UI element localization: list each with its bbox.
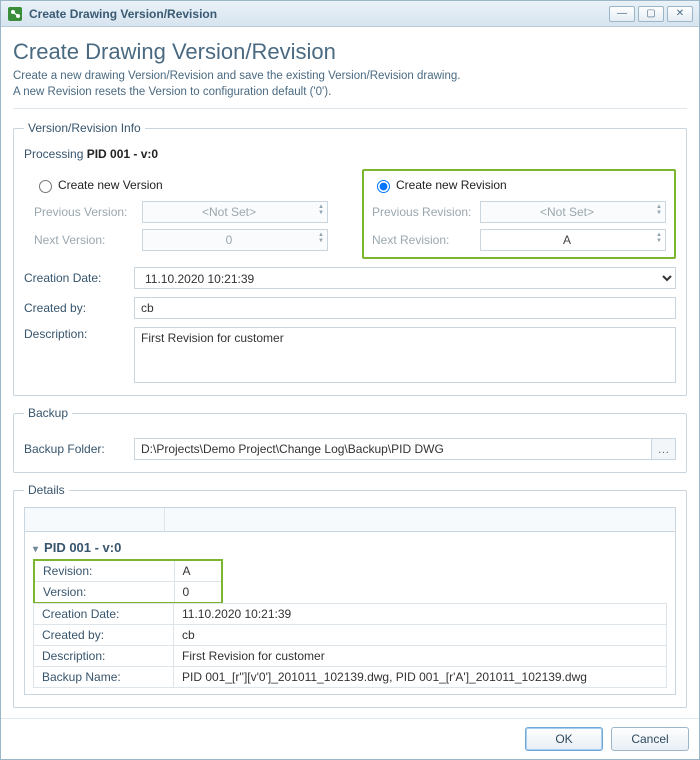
cell-version-k: Version: [34, 582, 174, 604]
label-next-revision: Next Revision: [372, 233, 472, 247]
minimize-button[interactable]: — [609, 6, 635, 22]
cell-revision-v: A [174, 560, 222, 582]
field-backup-folder[interactable] [134, 438, 652, 460]
spinner-arrows-icon: ▲▼ [656, 204, 662, 220]
field-previous-version: <Not Set> ▲▼ [142, 201, 328, 223]
titlebar[interactable]: Create Drawing Version/Revision — ▢ ✕ [1, 1, 699, 27]
group-version-revision-info: Version/Revision Info Processing PID 001… [13, 121, 687, 396]
browse-button[interactable]: … [652, 438, 676, 460]
row-created-by: Created by: cb [34, 625, 667, 646]
column-version: Create new Version Previous Version: <No… [24, 169, 338, 259]
radio-create-revision[interactable] [377, 180, 390, 193]
legend-backup: Backup [24, 406, 72, 420]
radio-create-revision-label: Create new Revision [396, 178, 507, 192]
processing-label: Processing PID 001 - v:0 [24, 147, 676, 161]
dialog-window: Create Drawing Version/Revision — ▢ ✕ Cr… [0, 0, 700, 760]
details-table: Creation Date: 11.10.2020 10:21:39 Creat… [33, 603, 667, 688]
details-highlight-table: Revision: A Version: 0 [33, 559, 223, 604]
label-created-by: Created by: [24, 301, 124, 315]
app-icon [7, 6, 23, 22]
legend-info: Version/Revision Info [24, 121, 145, 135]
ok-button[interactable]: OK [525, 727, 603, 751]
scroll-area[interactable]: Version/Revision Info Processing PID 001… [13, 108, 687, 712]
details-tab-strip [24, 507, 676, 531]
details-heading[interactable]: PID 001 - v:0 [33, 540, 667, 555]
row-revision: Revision: A [34, 560, 222, 582]
row-version: Version: 0 [34, 582, 222, 604]
legend-details: Details [24, 483, 69, 497]
radio-create-version[interactable] [39, 180, 52, 193]
label-previous-version: Previous Version: [34, 205, 134, 219]
row-description: Description: First Revision for customer [34, 646, 667, 667]
dialog-content: Create Drawing Version/Revision Create a… [1, 27, 699, 718]
column-revision: Create new Revision Previous Revision: <… [362, 169, 676, 259]
cell-version-v: 0 [174, 582, 222, 604]
page-title: Create Drawing Version/Revision [13, 39, 687, 65]
label-description: Description: [24, 327, 124, 341]
details-box: PID 001 - v:0 Revision: A Version: 0 [24, 531, 676, 695]
row-creation-date: Creation Date: 11.10.2020 10:21:39 [34, 604, 667, 625]
label-previous-revision: Previous Revision: [372, 205, 472, 219]
label-creation-date: Creation Date: [24, 271, 124, 285]
close-button[interactable]: ✕ [667, 6, 693, 22]
cancel-button[interactable]: Cancel [611, 727, 689, 751]
window-title: Create Drawing Version/Revision [29, 7, 606, 21]
field-next-revision[interactable]: A ▲▼ [480, 229, 666, 251]
field-description[interactable]: First Revision for customer [134, 327, 676, 383]
page-desc-line2: A new Revision resets the Version to con… [13, 86, 331, 98]
radio-create-version-label: Create new Version [58, 178, 163, 192]
page-desc-line1: Create a new drawing Version/Revision an… [13, 70, 460, 82]
spinner-arrows-icon[interactable]: ▲▼ [656, 232, 662, 248]
dialog-footer: OK Cancel [1, 718, 699, 759]
maximize-button[interactable]: ▢ [638, 6, 664, 22]
field-next-version: 0 ▲▼ [142, 229, 328, 251]
label-next-version: Next Version: [34, 233, 134, 247]
group-backup: Backup Backup Folder: … [13, 406, 687, 473]
row-backup-name: Backup Name: PID 001_[r''][v'0']_201011_… [34, 667, 667, 688]
page-description: Create a new drawing Version/Revision an… [13, 69, 687, 100]
field-created-by[interactable] [134, 297, 676, 319]
cell-revision-k: Revision: [34, 560, 174, 582]
spinner-arrows-icon: ▲▼ [318, 204, 324, 220]
processing-value: PID 001 - v:0 [87, 147, 158, 161]
label-backup-folder: Backup Folder: [24, 442, 124, 456]
field-previous-revision: <Not Set> ▲▼ [480, 201, 666, 223]
spinner-arrows-icon: ▲▼ [318, 232, 324, 248]
group-details: Details PID 001 - v:0 Revision: A Versio… [13, 483, 687, 708]
field-creation-date[interactable]: 11.10.2020 10:21:39 [134, 267, 676, 289]
